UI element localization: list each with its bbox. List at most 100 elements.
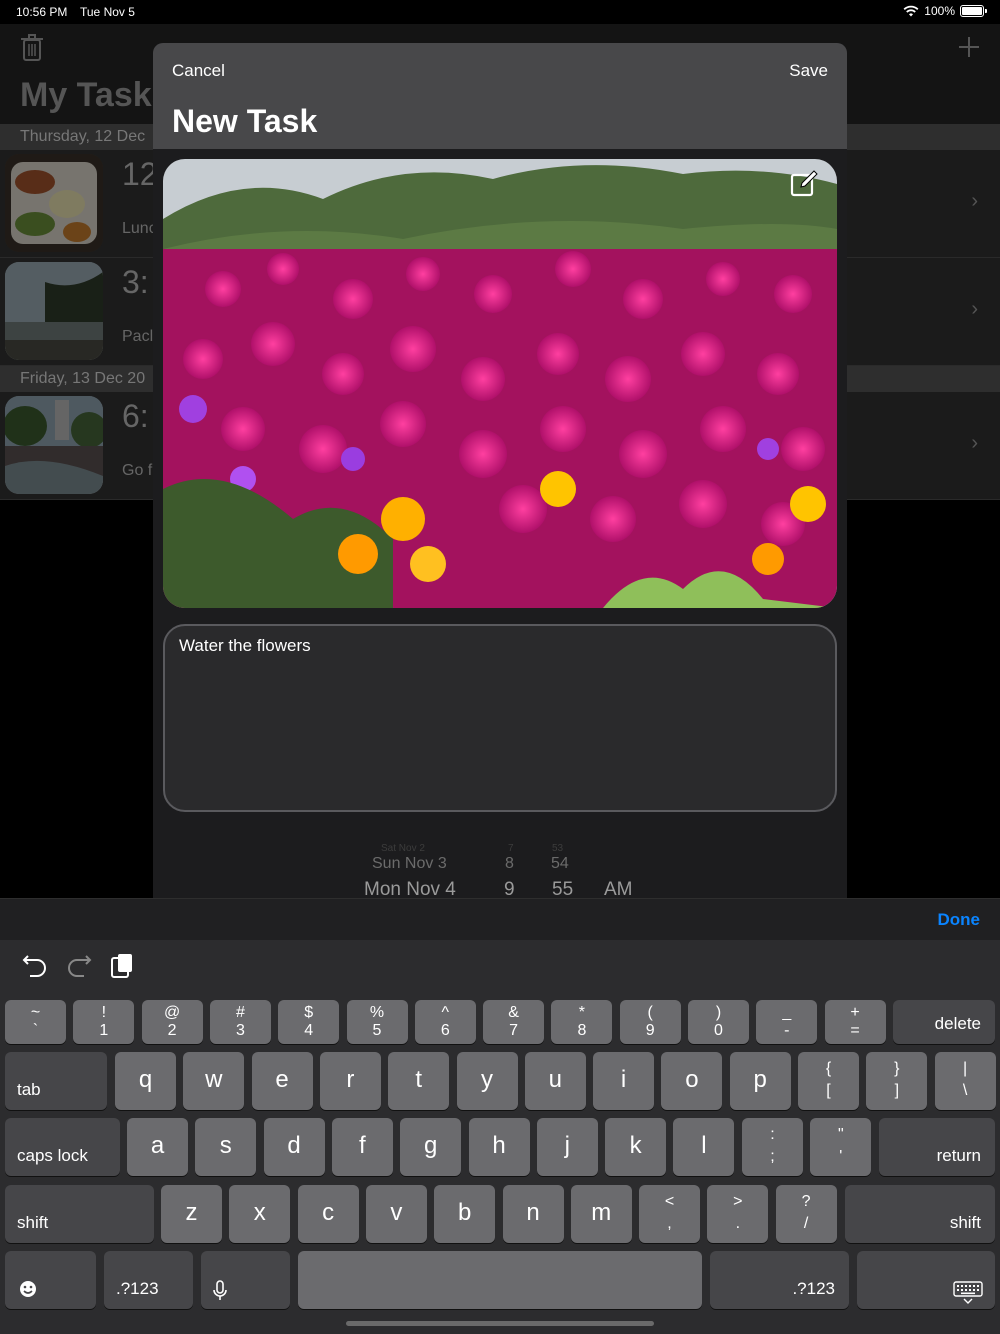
- edit-photo-icon[interactable]: [789, 169, 819, 199]
- key-12[interactable]: + =: [824, 1000, 886, 1044]
- key-11[interactable]: _ -: [756, 1000, 818, 1044]
- key-o[interactable]: o: [661, 1052, 723, 1110]
- delete-key[interactable]: delete: [893, 1000, 995, 1044]
- key-x[interactable]: x: [229, 1185, 291, 1243]
- emoji-key[interactable]: [5, 1251, 96, 1309]
- key-w[interactable]: w: [183, 1052, 245, 1110]
- key-g[interactable]: g: [400, 1118, 462, 1176]
- key-0[interactable]: ~ `: [5, 1000, 66, 1044]
- dismiss-keyboard-key[interactable]: [857, 1251, 995, 1309]
- cancel-button[interactable]: Cancel: [172, 61, 225, 81]
- chevron-right-icon: ›: [971, 432, 978, 454]
- key-7[interactable]: & 7: [483, 1000, 545, 1044]
- task-note-field[interactable]: Water the flowers: [163, 624, 837, 812]
- key-bracket-0[interactable]: {[: [798, 1052, 859, 1110]
- key-e[interactable]: e: [251, 1052, 313, 1110]
- key-u[interactable]: u: [524, 1052, 586, 1110]
- status-date: Tue Nov 5: [80, 5, 135, 19]
- key-sym-2[interactable]: ? /: [775, 1185, 837, 1243]
- key-r[interactable]: r: [319, 1052, 381, 1110]
- task-description: Go f: [122, 462, 153, 479]
- task-time: 3:: [122, 264, 149, 300]
- shift-right-key[interactable]: shift: [845, 1185, 995, 1243]
- key-3[interactable]: #3: [209, 1000, 271, 1044]
- status-time: 10:56 PM: [16, 5, 68, 19]
- dictation-key[interactable]: [201, 1251, 290, 1309]
- key-9[interactable]: (9: [619, 1000, 681, 1044]
- picker-minute: 55: [552, 879, 574, 898]
- key-b[interactable]: b: [434, 1185, 496, 1243]
- return-key[interactable]: return: [879, 1118, 995, 1176]
- save-button[interactable]: Save: [789, 61, 828, 81]
- key-j[interactable]: j: [536, 1118, 598, 1176]
- numbers-switch-key[interactable]: .?123: [104, 1251, 193, 1309]
- key-k[interactable]: k: [605, 1118, 667, 1176]
- key-2[interactable]: @2: [141, 1000, 203, 1044]
- key-punct-0[interactable]: :;: [742, 1118, 803, 1176]
- key-6[interactable]: ^ 6: [414, 1000, 476, 1044]
- key-h[interactable]: h: [468, 1118, 530, 1176]
- date-time-picker[interactable]: Sat Nov 2 7 53 Sun Nov 3 8 54 Mon Nov 4 …: [153, 833, 847, 898]
- key-8[interactable]: * 8: [551, 1000, 613, 1044]
- key-i[interactable]: i: [593, 1052, 655, 1110]
- done-button[interactable]: Done: [938, 910, 981, 930]
- trash-icon[interactable]: [20, 34, 44, 62]
- picker-ampm: AM: [604, 879, 633, 898]
- status-right: 100%: [903, 4, 987, 18]
- key-m[interactable]: m: [570, 1185, 632, 1243]
- battery-icon: [960, 5, 987, 17]
- key-a[interactable]: a: [127, 1118, 188, 1176]
- key-4[interactable]: $4: [278, 1000, 340, 1044]
- key-f[interactable]: f: [331, 1118, 393, 1176]
- task-photo[interactable]: [163, 159, 837, 608]
- task-thumbnail: [5, 262, 103, 360]
- paste-icon[interactable]: [109, 952, 135, 978]
- keyboard-accessory-bar: Done: [0, 898, 1000, 940]
- key-v[interactable]: v: [365, 1185, 427, 1243]
- key-punct-1[interactable]: " ': [810, 1118, 872, 1176]
- keyboard-dismiss-icon: [953, 1281, 983, 1304]
- numbers-switch-right-key[interactable]: .?123: [710, 1251, 849, 1309]
- plus-icon[interactable]: [958, 36, 980, 58]
- key-y[interactable]: y: [456, 1052, 518, 1110]
- key-n[interactable]: n: [502, 1185, 564, 1243]
- task-description: Pacl: [122, 328, 154, 345]
- task-note-text: Water the flowers: [179, 636, 311, 655]
- page-title: My Tasks: [20, 76, 171, 114]
- tab-key[interactable]: tab: [5, 1052, 107, 1110]
- key-t[interactable]: t: [388, 1052, 450, 1110]
- key-1[interactable]: ! 1: [73, 1000, 135, 1044]
- key-d[interactable]: d: [263, 1118, 325, 1176]
- key-q[interactable]: q: [115, 1052, 176, 1110]
- emoji-icon: [20, 1281, 36, 1297]
- picker-day: Sun Nov 3: [372, 855, 447, 872]
- shift-left-key[interactable]: shift: [5, 1185, 154, 1243]
- task-thumbnail: [5, 396, 103, 494]
- picker-hour: 9: [504, 879, 515, 898]
- key-bracket-1[interactable]: }]: [866, 1052, 928, 1110]
- key-sym-0[interactable]: <,: [639, 1185, 700, 1243]
- key-sym-1[interactable]: >.: [707, 1185, 769, 1243]
- undo-icon[interactable]: [22, 954, 48, 980]
- sheet-header: Cancel Save New Task: [153, 43, 847, 149]
- caps-lock-key[interactable]: caps lock: [5, 1118, 120, 1176]
- key-z[interactable]: z: [161, 1185, 222, 1243]
- key-c[interactable]: c: [297, 1185, 359, 1243]
- keyboard: delete tab caps lock return shift shift …: [0, 940, 1000, 1334]
- task-thumbnail: [5, 154, 103, 252]
- key-10[interactable]: ) 0: [688, 1000, 749, 1044]
- picker-hour: 8: [505, 855, 514, 872]
- key-l[interactable]: l: [673, 1118, 735, 1176]
- key-bracket-2[interactable]: | \: [934, 1052, 996, 1110]
- key-p[interactable]: p: [729, 1052, 791, 1110]
- key-5[interactable]: % 5: [346, 1000, 408, 1044]
- picker-day: Sat Nov 2: [381, 843, 425, 854]
- status-bar: 10:56 PM Tue Nov 5 100%: [0, 0, 1000, 24]
- redo-icon[interactable]: [66, 954, 92, 980]
- space-key[interactable]: [298, 1251, 702, 1309]
- picker-minute: 54: [551, 855, 569, 872]
- key-s[interactable]: s: [195, 1118, 257, 1176]
- wifi-icon: [903, 5, 919, 17]
- picker-hour: 7: [508, 843, 514, 854]
- sheet-title: New Task: [172, 103, 318, 139]
